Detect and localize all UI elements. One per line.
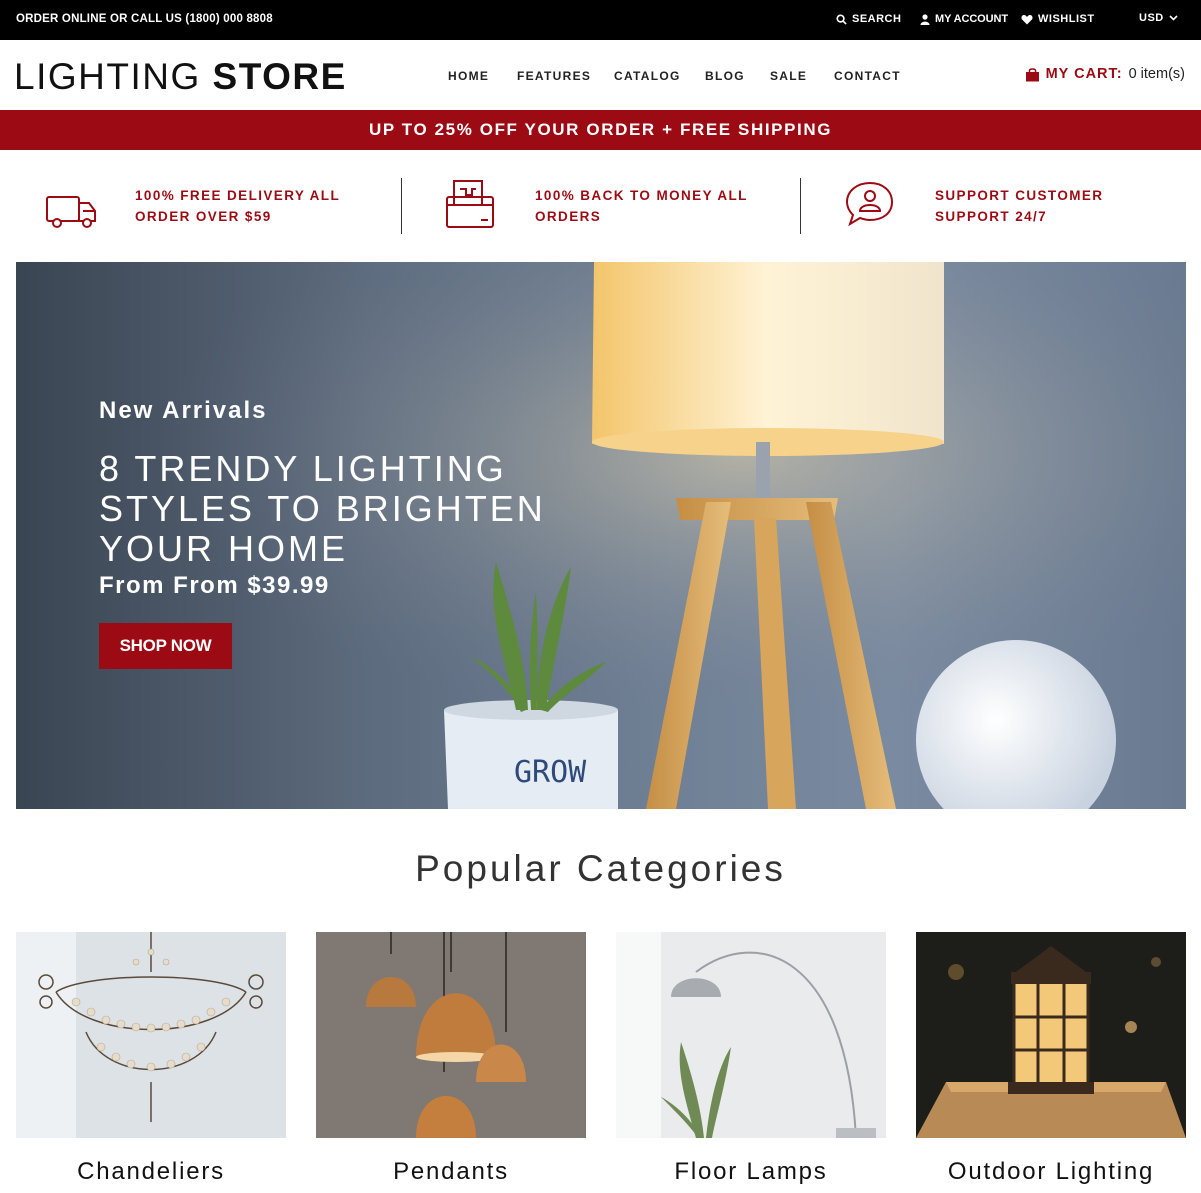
hero-headline: 8 TRENDY LIGHTING STYLES TO BRIGHTEN YOU…: [99, 449, 559, 569]
feature-text: 100% BACK TO MONEY ALL ORDERS: [535, 185, 755, 227]
promo-banner[interactable]: UP TO 25% OFF YOUR ORDER + FREE SHIPPING: [0, 110, 1201, 150]
category-name: Chandeliers: [77, 1158, 225, 1185]
top-bar: ORDER ONLINE OR CALL US (1800) 000 8808 …: [0, 0, 1201, 40]
hero-banner: GROW New Arrivals 8 TRENDY LIGHTING STYL…: [16, 262, 1186, 809]
category-image: [16, 932, 286, 1138]
pendants-image: [316, 932, 586, 1138]
nav-blog[interactable]: BLOG: [705, 69, 745, 83]
heart-icon: [1021, 14, 1033, 24]
support-chat-icon: [845, 181, 894, 227]
search-icon: [836, 13, 847, 25]
site-header: LIGHTING STORE HOME FEATURES CATALOG BLO…: [0, 40, 1201, 110]
wishlist-link[interactable]: WISHLIST: [1021, 13, 1095, 25]
currency-value: USD: [1139, 12, 1164, 24]
nav-features[interactable]: FEATURES: [517, 69, 591, 83]
feature-line-2: ORDER OVER $59: [135, 209, 272, 224]
feature-line-1: 100% FREE DELIVERY ALL: [135, 188, 341, 203]
order-phone-text: ORDER ONLINE OR CALL US (1800) 000 8808: [16, 13, 273, 25]
category-name: Floor Lamps: [674, 1158, 828, 1185]
my-account-link[interactable]: MY ACCOUNT: [920, 13, 1008, 25]
floor-lamp-image: [616, 932, 886, 1138]
store-logo[interactable]: LIGHTING STORE: [14, 56, 347, 98]
delivery-truck-icon: [46, 196, 96, 228]
feature-text: SUPPORT CUSTOMER SUPPORT 24/7: [935, 185, 1155, 227]
category-card-pendants[interactable]: Pendants: [316, 932, 586, 1186]
category-card-floor-lamps[interactable]: Floor Lamps: [616, 932, 886, 1186]
shopping-bag-icon: [1025, 67, 1039, 81]
nav-catalog[interactable]: CATALOG: [614, 69, 681, 83]
category-image: [316, 932, 586, 1138]
pot-text: GROW: [514, 755, 587, 790]
logo-text-light: LIGHTING: [14, 56, 201, 97]
currency-selector[interactable]: USD: [1139, 12, 1178, 24]
wishlist-label: WISHLIST: [1038, 13, 1095, 25]
feature-text: 100% FREE DELIVERY ALL ORDER OVER $59: [135, 185, 355, 227]
chandelier-image: [16, 932, 286, 1138]
feature-divider: [401, 178, 402, 234]
feature-divider: [800, 178, 801, 234]
nav-sale[interactable]: SALE: [770, 69, 807, 83]
category-name: Pendants: [393, 1158, 509, 1185]
feature-line-2: SUPPORT 24/7: [935, 209, 1048, 224]
outdoor-lantern-image: [916, 932, 1186, 1138]
feature-line-1: SUPPORT CUSTOMER: [935, 188, 1104, 203]
feature-line-1: 100% BACK TO MONEY ALL: [535, 188, 748, 203]
cart-link[interactable]: MY CART: 0 item(s): [1025, 66, 1185, 82]
category-card-chandeliers[interactable]: Chandeliers: [16, 932, 286, 1186]
category-image: [916, 932, 1186, 1138]
category-name: Outdoor Lighting: [947, 1158, 1155, 1185]
hero-headline-line: YOUR HOME: [99, 528, 349, 569]
chevron-down-icon: [1169, 15, 1178, 21]
category-card-outdoor-lighting[interactable]: Outdoor Lighting: [916, 932, 1186, 1186]
nav-home[interactable]: HOME: [448, 69, 489, 83]
feature-line-2: ORDERS: [535, 209, 602, 224]
user-icon: [920, 13, 930, 25]
search-label: SEARCH: [852, 13, 902, 25]
hero-headline-line: STYLES TO BRIGHTEN: [99, 488, 546, 529]
my-account-label: MY ACCOUNT: [935, 13, 1008, 25]
cart-count: 0 item(s): [1128, 66, 1185, 82]
shop-now-button[interactable]: SHOP NOW: [99, 623, 232, 669]
cart-label: MY CART:: [1045, 66, 1123, 82]
section-title: Popular Categories: [415, 848, 786, 889]
search-link[interactable]: SEARCH: [836, 13, 901, 25]
category-image: [616, 932, 886, 1138]
hero-price: From From $39.99: [99, 572, 330, 599]
hero-headline-line: 8 TRENDY LIGHTING: [99, 448, 507, 489]
logo-text-bold: STORE: [212, 56, 347, 97]
nav-contact[interactable]: CONTACT: [834, 69, 901, 83]
hero-eyebrow: New Arrivals: [99, 397, 268, 424]
money-box-icon: [446, 180, 494, 228]
